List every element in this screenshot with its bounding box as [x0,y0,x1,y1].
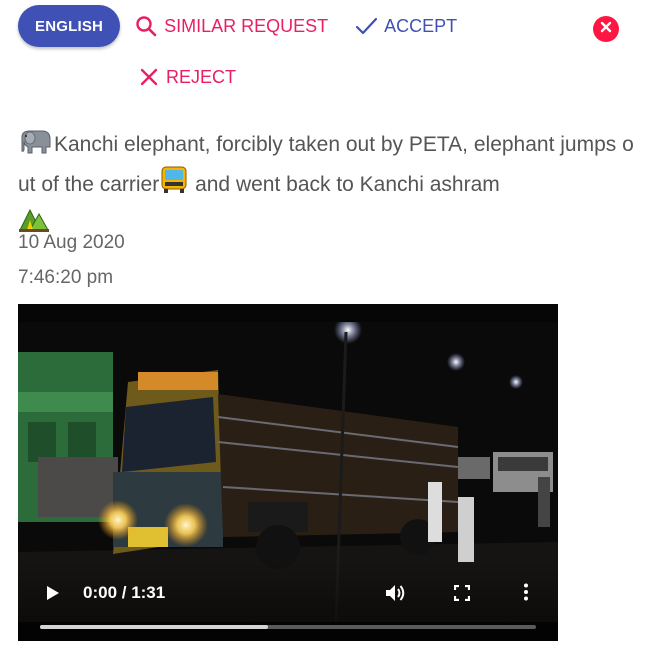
more-vert-icon [523,583,529,605]
play-icon [46,586,60,605]
volume-button[interactable] [385,584,407,607]
language-button[interactable]: ENGLISH [18,5,121,47]
similar-request-label: SIMILAR REQUEST [164,15,329,36]
similar-request-button[interactable]: SIMILAR REQUEST [134,14,328,38]
accept-button[interactable]: ACCEPT [354,14,457,38]
volume-icon [385,585,407,606]
post-text-part2: and went back to Kanchi ashram [189,173,500,196]
more-options-button[interactable] [523,583,529,606]
bus-icon [159,165,189,205]
post-text: Kanchi elephant, forcibly taken out by P… [18,128,640,242]
fullscreen-icon [453,584,471,605]
language-label: ENGLISH [35,17,104,35]
reject-label: REJECT [166,66,237,87]
play-button[interactable] [46,585,60,606]
video-controls: 0:00 / 1:31 [18,561,558,641]
post-date: 10 Aug 2020 [18,232,125,253]
close-icon [599,20,613,39]
video-time: 0:00 / 1:31 [83,583,166,602]
action-toolbar-secondary: REJECT [138,58,236,96]
close-button[interactable] [593,16,619,42]
video-buffer-fill [40,625,269,629]
action-toolbar: ENGLISH SIMILAR REQUEST ACCEPT [18,5,457,47]
accept-label: ACCEPT [384,15,458,36]
video-progress-bar[interactable] [40,625,536,629]
close-icon [138,66,160,88]
post-time: 7:46:20 pm [18,267,114,288]
check-icon [354,14,378,38]
elephant-icon [18,129,54,165]
fullscreen-button[interactable] [453,584,471,606]
search-icon [134,14,158,38]
video-player[interactable]: 0:00 / 1:31 [18,304,558,641]
reject-button[interactable]: REJECT [138,66,236,88]
